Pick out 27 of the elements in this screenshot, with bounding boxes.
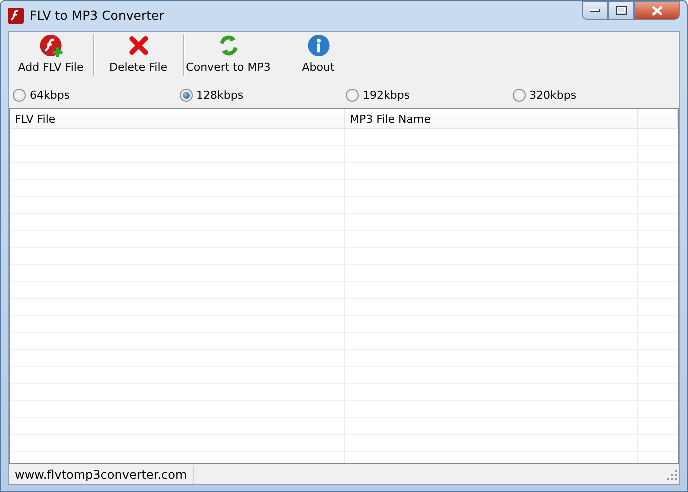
radio-button[interactable] <box>180 89 192 102</box>
radio-label[interactable]: 192kbps <box>363 88 410 104</box>
toolbar-button[interactable]: Add FLV File <box>9 34 93 76</box>
window-title: FLV to MP3 Converter <box>30 6 164 25</box>
flash-plus-icon <box>39 34 63 58</box>
radio-button[interactable] <box>512 89 526 102</box>
column-header[interactable]: MP3 File Name <box>345 109 638 128</box>
radio-button[interactable] <box>346 89 359 102</box>
close-button[interactable] <box>634 1 680 20</box>
delete-x-icon <box>126 34 150 58</box>
close-icon <box>652 6 662 16</box>
radio-label[interactable]: 64kbps <box>30 88 70 104</box>
toolbar-button[interactable]: About <box>273 34 364 76</box>
app-icon <box>8 8 24 24</box>
minimize-icon <box>590 8 600 12</box>
website-url: www.flvtomp3converter.com <box>9 466 194 484</box>
resize-grip-icon[interactable] <box>667 470 677 480</box>
toolbar-button[interactable]: Convert to MP3 <box>184 34 273 76</box>
radio-button[interactable] <box>13 89 26 102</box>
toolbar-button[interactable]: Delete File <box>94 34 183 76</box>
info-icon <box>306 34 330 58</box>
maximize-icon <box>616 6 626 15</box>
radio-label[interactable]: 320kbps <box>530 88 577 104</box>
minimize-button[interactable] <box>582 1 608 20</box>
column-header[interactable]: FLV File <box>10 109 345 128</box>
radio-label[interactable]: 128kbps <box>196 88 244 104</box>
maximize-button[interactable] <box>608 1 634 20</box>
